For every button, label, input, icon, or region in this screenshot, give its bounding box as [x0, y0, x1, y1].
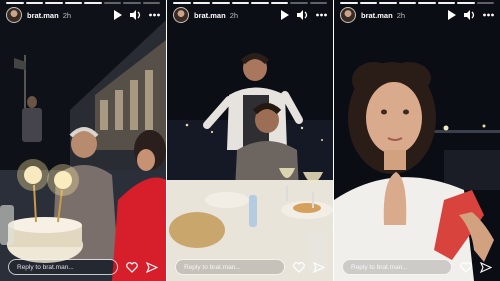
progress-segment	[84, 2, 102, 4]
send-icon[interactable]	[480, 261, 492, 273]
send-icon[interactable]	[146, 261, 158, 273]
story-header: brat.man 2h	[6, 6, 160, 24]
story-photo-dinner-table	[167, 0, 333, 281]
progress-segment	[64, 2, 82, 4]
progress-segment	[437, 2, 455, 4]
story-panel-3[interactable]: brat.man 2h Reply to brat.man...	[334, 0, 500, 281]
reply-input[interactable]: Reply to brat.man...	[8, 259, 118, 275]
stories-strip: brat.man 2h Reply to brat.man... brat.ma…	[0, 0, 500, 281]
story-header: brat.man 2h	[340, 6, 494, 24]
story-username[interactable]: brat.man	[194, 11, 226, 20]
heart-icon[interactable]	[126, 261, 138, 273]
story-footer: Reply to brat.man...	[8, 259, 158, 275]
progress-segment	[45, 2, 63, 4]
story-progress-bar	[173, 2, 327, 4]
heart-icon[interactable]	[460, 261, 472, 273]
progress-segment	[457, 2, 475, 4]
progress-segment	[309, 2, 327, 4]
story-username[interactable]: brat.man	[27, 11, 59, 20]
story-footer: Reply to brat.man...	[342, 259, 492, 275]
story-panel-1[interactable]: brat.man 2h Reply to brat.man...	[0, 0, 166, 281]
progress-segment	[103, 2, 121, 4]
progress-segment	[418, 2, 436, 4]
story-footer: Reply to brat.man...	[175, 259, 325, 275]
progress-segment	[379, 2, 397, 4]
volume-icon[interactable]	[130, 10, 141, 20]
play-icon[interactable]	[113, 10, 122, 20]
story-photo-birthday-cake	[0, 0, 166, 281]
story-progress-bar	[6, 2, 160, 4]
story-timestamp: 2h	[229, 10, 239, 20]
reply-input[interactable]: Reply to brat.man...	[342, 259, 452, 275]
progress-segment	[270, 2, 288, 4]
progress-segment	[476, 2, 494, 4]
more-icon[interactable]	[149, 13, 160, 17]
profile-avatar[interactable]	[173, 7, 189, 23]
story-username[interactable]: brat.man	[361, 11, 393, 20]
send-icon[interactable]	[313, 261, 325, 273]
progress-segment	[398, 2, 416, 4]
progress-segment	[251, 2, 269, 4]
profile-avatar[interactable]	[6, 7, 22, 23]
reply-input[interactable]: Reply to brat.man...	[175, 259, 285, 275]
progress-segment	[173, 2, 191, 4]
profile-avatar[interactable]	[340, 7, 356, 23]
progress-segment	[340, 2, 358, 4]
story-photo-girl-with-phone	[334, 0, 500, 281]
progress-segment	[6, 2, 24, 4]
progress-segment	[290, 2, 308, 4]
play-icon[interactable]	[447, 10, 456, 20]
story-timestamp: 2h	[396, 10, 406, 20]
progress-segment	[25, 2, 43, 4]
more-icon[interactable]	[483, 13, 494, 17]
more-icon[interactable]	[316, 13, 327, 17]
progress-segment	[359, 2, 377, 4]
story-progress-bar	[340, 2, 494, 4]
progress-segment	[142, 2, 160, 4]
progress-segment	[123, 2, 141, 4]
heart-icon[interactable]	[293, 261, 305, 273]
volume-icon[interactable]	[297, 10, 308, 20]
progress-segment	[231, 2, 249, 4]
volume-icon[interactable]	[464, 10, 475, 20]
progress-segment	[212, 2, 230, 4]
story-timestamp: 2h	[62, 10, 72, 20]
progress-segment	[192, 2, 210, 4]
story-panel-2[interactable]: brat.man 2h Reply to brat.man...	[167, 0, 333, 281]
play-icon[interactable]	[280, 10, 289, 20]
story-header: brat.man 2h	[173, 6, 327, 24]
